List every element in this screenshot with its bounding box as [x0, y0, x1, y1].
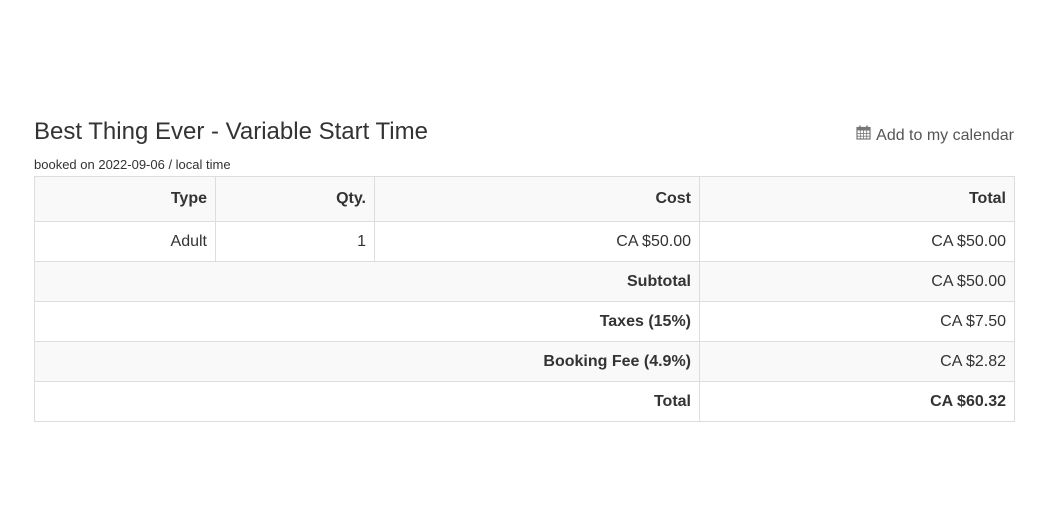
subtotal-row: Subtotal CA $50.00 — [34, 261, 1015, 302]
grand-total-row: Total CA $60.32 — [34, 381, 1015, 422]
add-to-calendar-label[interactable]: Add to my calendar — [876, 126, 1014, 146]
booking-fee-row: Booking Fee (4.9%) CA $2.82 — [34, 341, 1015, 382]
column-header-total: Total — [699, 176, 1015, 222]
calendar-icon — [856, 125, 876, 146]
column-header-type: Type — [34, 176, 216, 222]
table-header-row: Type Qty. Cost Total — [34, 176, 1015, 222]
page-title: Best Thing Ever - Variable Start Time — [34, 118, 428, 145]
taxes-row: Taxes (15%) CA $7.50 — [34, 301, 1015, 342]
row-type-cell: Adult — [34, 221, 216, 262]
taxes-value: CA $7.50 — [699, 301, 1015, 342]
row-total-cell: CA $50.00 — [699, 221, 1015, 262]
row-qty-cell: 1 — [215, 221, 375, 262]
grand-total-label: Total — [34, 381, 700, 422]
add-to-calendar-link[interactable]: Add to my calendar — [856, 125, 1014, 146]
booking-fee-value: CA $2.82 — [699, 341, 1015, 382]
booked-on-text: booked on 2022-09-06 / local time — [34, 157, 231, 172]
row-cost-cell: CA $50.00 — [374, 221, 700, 262]
table-row: Adult 1 CA $50.00 CA $50.00 — [34, 221, 1015, 262]
subtotal-label: Subtotal — [34, 261, 700, 302]
column-header-qty: Qty. — [215, 176, 375, 222]
taxes-label: Taxes (15%) — [34, 301, 700, 342]
booking-fee-label: Booking Fee (4.9%) — [34, 341, 700, 382]
column-header-cost: Cost — [374, 176, 700, 222]
subtotal-value: CA $50.00 — [699, 261, 1015, 302]
grand-total-value: CA $60.32 — [699, 381, 1015, 422]
booking-table: Type Qty. Cost Total Adult 1 CA $50.00 C… — [34, 176, 1015, 422]
